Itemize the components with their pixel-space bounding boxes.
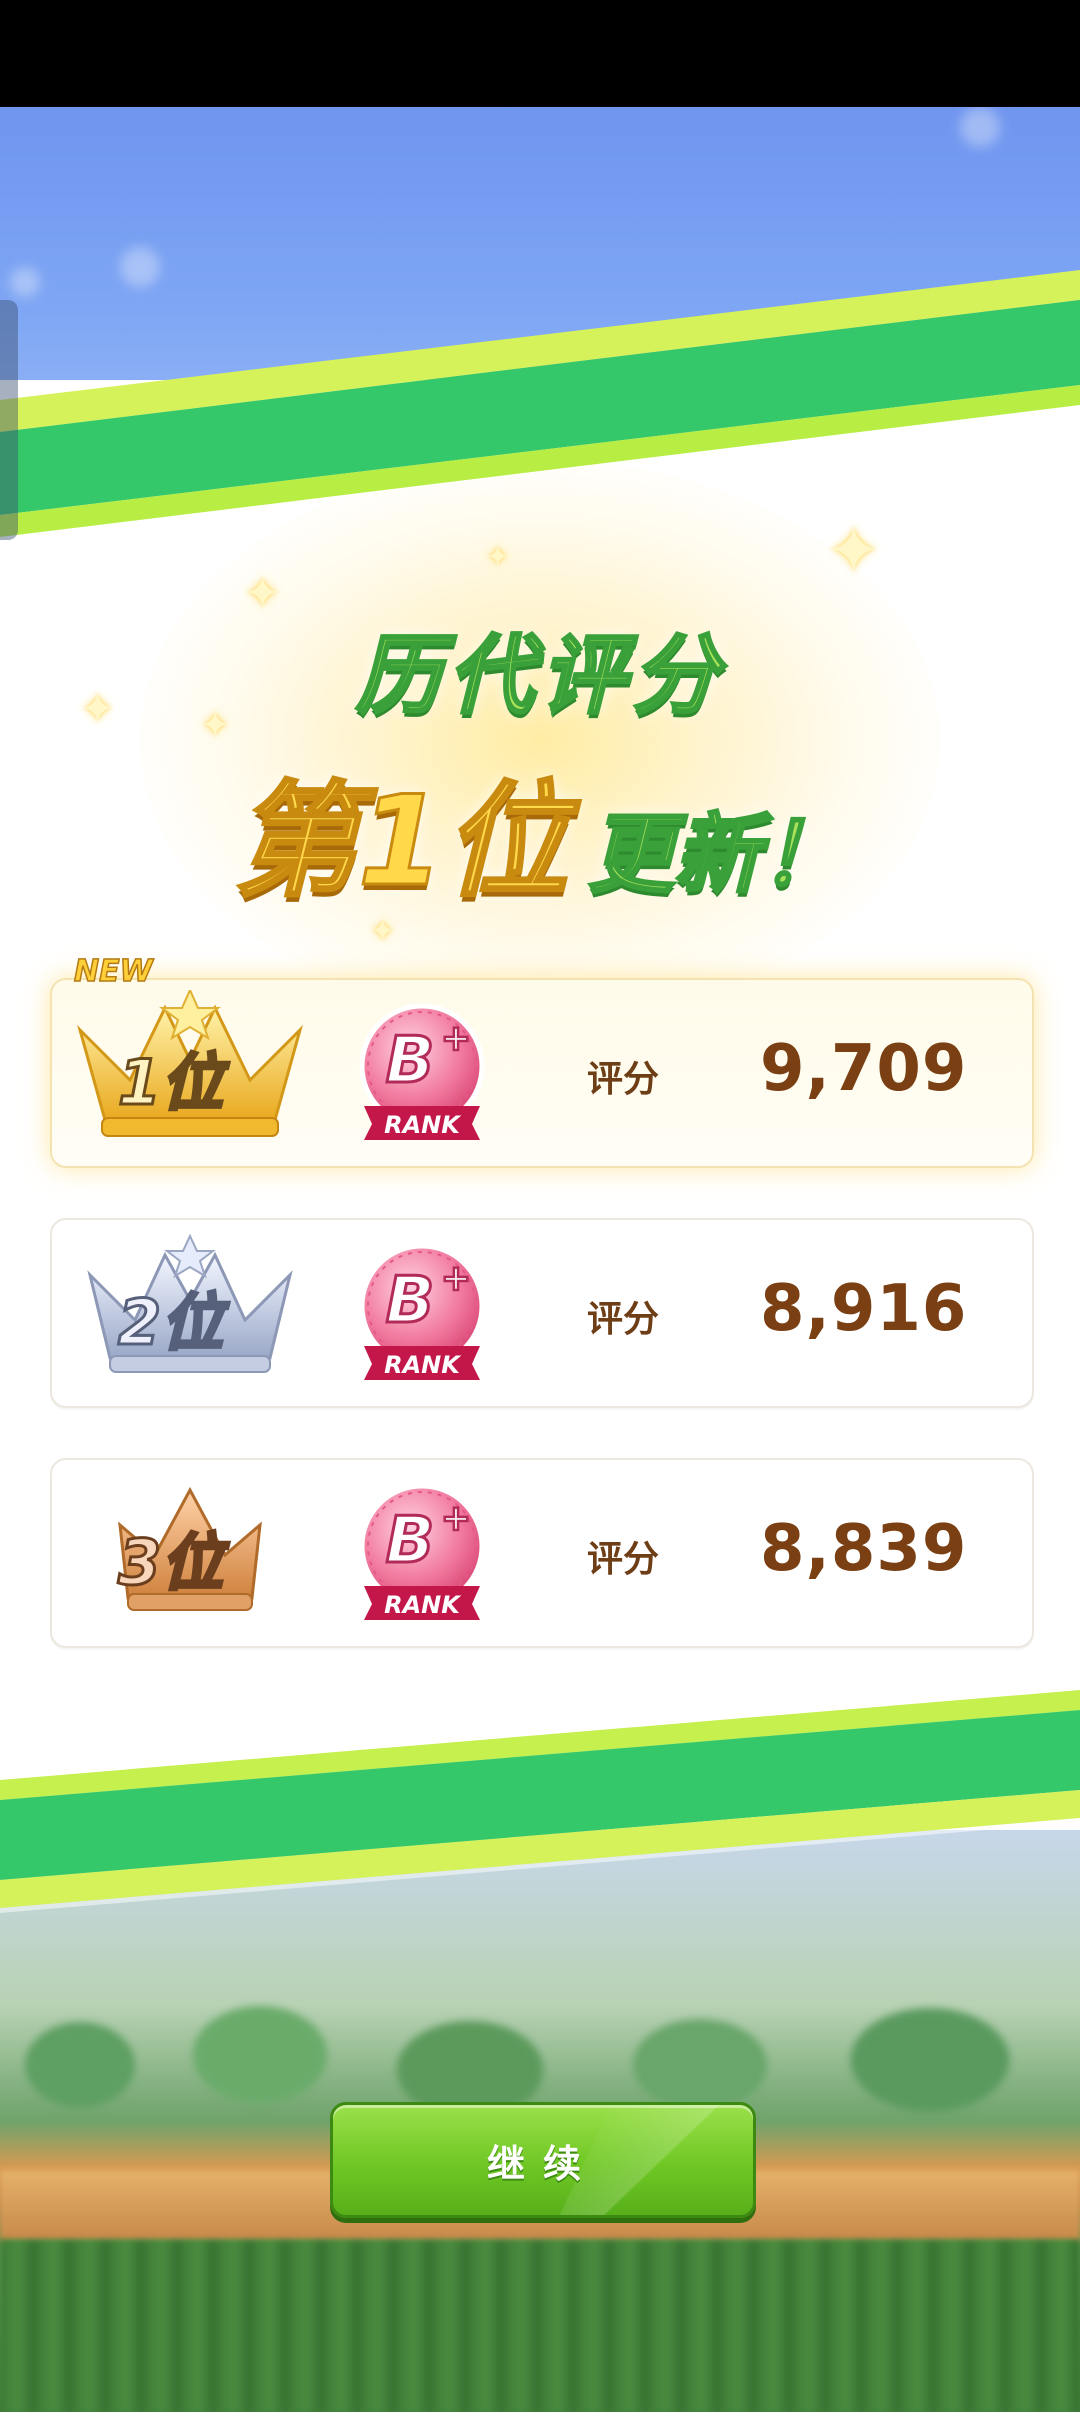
b-plus-rank-badge-icon: B + RANK <box>359 1243 485 1380</box>
headline-rank-update: 第1位 更新！ <box>0 740 1080 920</box>
headline-update-text: 更新！ <box>587 804 848 907</box>
svg-text:+: + <box>441 1018 471 1059</box>
svg-text:B: B <box>386 1504 435 1578</box>
score-label: 评分 <box>587 1059 660 1100</box>
bronze-crown-icon: 3位 <box>70 1470 310 1630</box>
svg-text:RANK: RANK <box>384 1591 462 1619</box>
svg-text:RANK: RANK <box>384 1111 462 1139</box>
new-badge: NEW <box>73 953 153 990</box>
score-label: 评分 <box>587 1299 660 1340</box>
place-label: 3位 <box>116 1525 224 1601</box>
b-plus-rank-badge-icon: B + RANK <box>359 1003 485 1140</box>
silver-crown-icon: 2位 <box>70 1230 310 1390</box>
svg-text:RANK: RANK <box>384 1351 462 1379</box>
headline-history-score: 历代评分 <box>355 625 724 728</box>
svg-text:B: B <box>386 1264 435 1338</box>
score-value: 8,916 <box>760 1272 968 1346</box>
side-drawer-handle[interactable] <box>0 300 18 540</box>
sparkle-icon: ✦ <box>486 540 510 573</box>
gold-crown-icon: 1位 <box>70 990 310 1150</box>
result-screen: ✦ ✦ ✦ ✦ ✦ ✦ 历代评分 第1位 更新！ NEW 1位 B + RANK… <box>0 0 1080 2412</box>
headline-rank-text: 第1位 <box>232 769 569 916</box>
ranking-row-2: 2位 B + RANK 评分 8,916 <box>50 1218 1034 1408</box>
svg-text:B: B <box>386 1024 435 1098</box>
ranking-row-1: NEW 1位 B + RANK 评分 9,709 <box>50 953 1034 1168</box>
svg-text:+: + <box>441 1258 471 1299</box>
svg-text:+: + <box>441 1498 471 1539</box>
sparkle-icon: ✦ <box>826 512 882 589</box>
status-bar <box>0 0 1080 107</box>
score-label: 评分 <box>587 1539 660 1580</box>
green-stripes-decoration <box>0 270 1080 1913</box>
place-label: 1位 <box>116 1045 224 1121</box>
ranking-row-3: 3位 B + RANK 评分 8,839 <box>50 1458 1034 1648</box>
score-value: 8,839 <box>760 1512 968 1586</box>
place-label: 2位 <box>116 1285 224 1361</box>
b-plus-rank-badge-icon: B + RANK <box>359 1483 485 1620</box>
score-value: 9,709 <box>760 1032 968 1106</box>
continue-button-label: 继续 <box>486 2141 599 2186</box>
continue-button[interactable]: 继续 <box>330 2102 756 2218</box>
